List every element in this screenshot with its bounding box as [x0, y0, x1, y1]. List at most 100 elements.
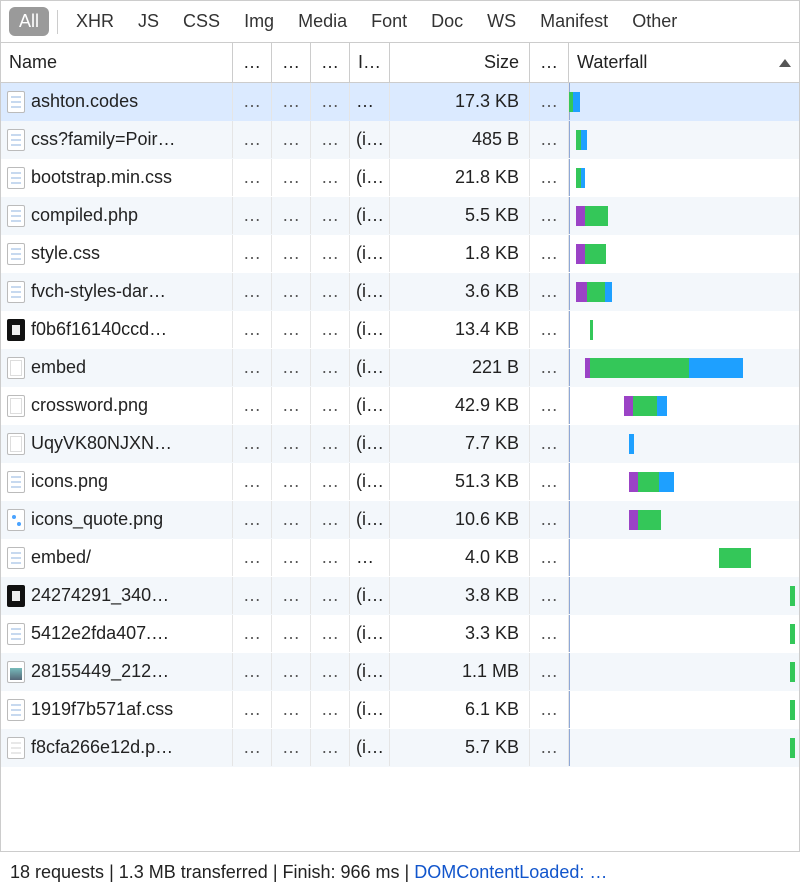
header-waterfall[interactable]: Waterfall — [569, 43, 799, 82]
filter-img[interactable]: Img — [234, 7, 284, 36]
table-row[interactable]: 28155449_212…………(i…1.1 MB… — [1, 653, 799, 691]
filter-css[interactable]: CSS — [173, 7, 230, 36]
cell-name[interactable]: crossword.png — [1, 387, 233, 424]
table-row[interactable]: compiled.php………(i…5.5 KB… — [1, 197, 799, 235]
cell-time: … — [530, 273, 569, 310]
cell-name[interactable]: icons_quote.png — [1, 501, 233, 538]
cell-waterfall — [569, 425, 799, 462]
cell-name[interactable]: fvch-styles-dar… — [1, 273, 233, 310]
header-waterfall-label: Waterfall — [577, 52, 647, 73]
cell-narrow: … — [272, 577, 311, 614]
cell-narrow: … — [272, 235, 311, 272]
cell-initiator: (i… — [350, 197, 390, 234]
header-scheme[interactable]: … — [311, 43, 350, 82]
file-icon — [7, 243, 25, 265]
cell-name[interactable]: 5412e2fda407.… — [1, 615, 233, 652]
filter-ws[interactable]: WS — [477, 7, 526, 36]
table-row[interactable]: f8cfa266e12d.p…………(i…5.7 KB… — [1, 729, 799, 767]
cell-name[interactable]: f8cfa266e12d.p… — [1, 729, 233, 766]
cell-narrow: … — [272, 311, 311, 348]
cell-name[interactable]: 24274291_340… — [1, 577, 233, 614]
cell-narrow: … — [233, 121, 272, 158]
header-size[interactable]: Size — [390, 43, 530, 82]
file-icon — [7, 205, 25, 227]
file-icon — [7, 661, 25, 683]
filter-js[interactable]: JS — [128, 7, 169, 36]
cell-name[interactable]: 1919f7b571af.css — [1, 691, 233, 728]
header-time[interactable]: … — [530, 43, 569, 82]
cell-name[interactable]: UqyVK80NJXN… — [1, 425, 233, 462]
cell-time: … — [530, 311, 569, 348]
cell-name[interactable]: compiled.php — [1, 197, 233, 234]
file-icon — [7, 91, 25, 113]
cell-narrow: … — [272, 83, 311, 120]
cell-initiator: (i… — [350, 729, 390, 766]
table-row[interactable]: embed/…………4.0 KB… — [1, 539, 799, 577]
filter-media[interactable]: Media — [288, 7, 357, 36]
summary-bar: 18 requests | 1.3 MB transferred | Finis… — [0, 851, 800, 893]
cell-name[interactable]: bootstrap.min.css — [1, 159, 233, 196]
filter-manifest[interactable]: Manifest — [530, 7, 618, 36]
table-row[interactable]: f0b6f16140ccd…………(i…13.4 KB… — [1, 311, 799, 349]
cell-narrow: … — [311, 121, 350, 158]
table-row[interactable]: icons.png………(i…51.3 KB… — [1, 463, 799, 501]
filter-font[interactable]: Font — [361, 7, 417, 36]
cell-narrow: … — [272, 121, 311, 158]
table-row[interactable]: bootstrap.min.css………(i…21.8 KB… — [1, 159, 799, 197]
cell-narrow: … — [272, 463, 311, 500]
cell-narrow: … — [272, 653, 311, 690]
header-name[interactable]: Name — [1, 43, 233, 82]
cell-name[interactable]: 28155449_212… — [1, 653, 233, 690]
table-row[interactable]: UqyVK80NJXN…………(i…7.7 KB… — [1, 425, 799, 463]
table-row[interactable]: fvch-styles-dar…………(i…3.6 KB… — [1, 273, 799, 311]
summary-domcontentloaded[interactable]: DOMContentLoaded: … — [414, 862, 607, 882]
table-row[interactable]: 5412e2fda407.…………(i…3.3 KB… — [1, 615, 799, 653]
cell-narrow: … — [311, 235, 350, 272]
file-icon — [7, 737, 25, 759]
cell-size: 3.3 KB — [390, 615, 530, 652]
cell-size: 13.4 KB — [390, 311, 530, 348]
cell-name[interactable]: f0b6f16140ccd… — [1, 311, 233, 348]
cell-name[interactable]: style.css — [1, 235, 233, 272]
cell-name[interactable]: css?family=Poir… — [1, 121, 233, 158]
table-row[interactable]: css?family=Poir…………(i…485 B… — [1, 121, 799, 159]
waterfall-segment — [624, 396, 633, 416]
table-row[interactable]: crossword.png………(i…42.9 KB… — [1, 387, 799, 425]
cell-narrow: … — [311, 197, 350, 234]
filter-all[interactable]: All — [9, 7, 49, 36]
cell-narrow: … — [233, 425, 272, 462]
cell-initiator: (i… — [350, 159, 390, 196]
cell-narrow: … — [272, 425, 311, 462]
filter-doc[interactable]: Doc — [421, 7, 473, 36]
cell-narrow: … — [311, 653, 350, 690]
table-row[interactable]: 24274291_340…………(i…3.8 KB… — [1, 577, 799, 615]
cell-time: … — [530, 83, 569, 120]
table-row[interactable]: style.css………(i…1.8 KB… — [1, 235, 799, 273]
cell-time: … — [530, 615, 569, 652]
cell-time: … — [530, 729, 569, 766]
table-row[interactable]: ashton.codes…………17.3 KB… — [1, 83, 799, 121]
table-row[interactable]: icons_quote.png………(i…10.6 KB… — [1, 501, 799, 539]
waterfall-segment — [605, 282, 612, 302]
waterfall-segment — [590, 358, 689, 378]
cell-waterfall — [569, 463, 799, 500]
network-table-body: ashton.codes…………17.3 KB…css?family=Poir…… — [1, 83, 799, 767]
waterfall-segment — [576, 244, 585, 264]
table-row[interactable]: 1919f7b571af.css………(i…6.1 KB… — [1, 691, 799, 729]
cell-time: … — [530, 501, 569, 538]
cell-name[interactable]: icons.png — [1, 463, 233, 500]
cell-name[interactable]: embed/ — [1, 539, 233, 576]
filter-other[interactable]: Other — [622, 7, 687, 36]
summary-requests: 18 requests — [10, 862, 104, 882]
header-type[interactable]: … — [272, 43, 311, 82]
waterfall-segment — [573, 92, 580, 112]
cell-name[interactable]: embed — [1, 349, 233, 386]
file-icon — [7, 281, 25, 303]
filter-xhr[interactable]: XHR — [66, 7, 124, 36]
header-initiator[interactable]: I… — [350, 43, 390, 82]
table-row[interactable]: embed………(i…221 B… — [1, 349, 799, 387]
cell-waterfall — [569, 273, 799, 310]
cell-name[interactable]: ashton.codes — [1, 83, 233, 120]
header-status[interactable]: … — [233, 43, 272, 82]
cell-initiator: (i… — [350, 387, 390, 424]
